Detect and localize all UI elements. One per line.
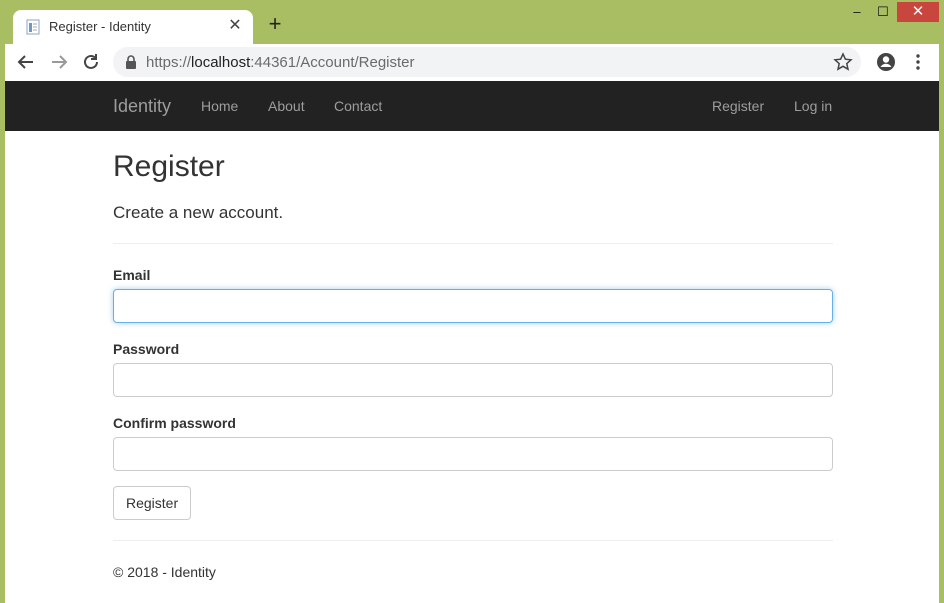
browser-toolbar: https://localhost:44361/Account/Register: [5, 44, 939, 81]
close-window-button[interactable]: ✕: [897, 2, 939, 22]
nav-link-register[interactable]: Register: [712, 98, 764, 114]
web-page: Identity Home About Contact Register Log…: [5, 81, 939, 603]
back-arrow-icon[interactable]: [15, 51, 37, 73]
url-text: https://localhost:44361/Account/Register: [146, 54, 415, 71]
tab-title: Register - Identity: [49, 19, 151, 34]
register-button[interactable]: Register: [113, 486, 192, 520]
reload-icon[interactable]: [80, 51, 102, 73]
nav-link-about[interactable]: About: [268, 98, 305, 114]
browser-tab[interactable]: Register - Identity ✕: [13, 10, 253, 44]
maximize-button[interactable]: ☐: [872, 2, 894, 22]
star-icon[interactable]: [833, 52, 853, 72]
footer-divider: [113, 540, 833, 541]
new-tab-button[interactable]: +: [265, 13, 285, 35]
address-bar[interactable]: https://localhost:44361/Account/Register: [113, 47, 861, 77]
footer-text: © 2018 - Identity: [113, 564, 216, 580]
forward-arrow-icon[interactable]: [48, 51, 70, 73]
confirm-password-field[interactable]: [113, 437, 833, 471]
page-subtitle: Create a new account.: [113, 203, 284, 222]
title-bar: Register - Identity ✕ + – ☐ ✕: [0, 0, 944, 44]
password-label: Password: [113, 341, 180, 357]
email-field[interactable]: [113, 289, 833, 323]
email-label: Email: [113, 267, 151, 283]
profile-icon[interactable]: [875, 51, 897, 73]
more-menu-icon[interactable]: [911, 51, 925, 73]
nav-link-contact[interactable]: Contact: [334, 98, 382, 114]
password-field[interactable]: [113, 363, 833, 397]
brand-link[interactable]: Identity: [113, 96, 171, 117]
confirm-password-label: Confirm password: [113, 415, 236, 431]
page-icon: [26, 19, 40, 35]
site-navbar: Identity Home About Contact Register Log…: [5, 81, 939, 131]
minimize-button[interactable]: –: [846, 2, 868, 22]
nav-link-login[interactable]: Log in: [794, 98, 832, 114]
divider: [113, 243, 833, 244]
tab-close-icon[interactable]: ✕: [225, 16, 245, 36]
nav-link-home[interactable]: Home: [201, 98, 238, 114]
page-title: Register: [113, 150, 225, 183]
lock-icon: [126, 55, 136, 69]
